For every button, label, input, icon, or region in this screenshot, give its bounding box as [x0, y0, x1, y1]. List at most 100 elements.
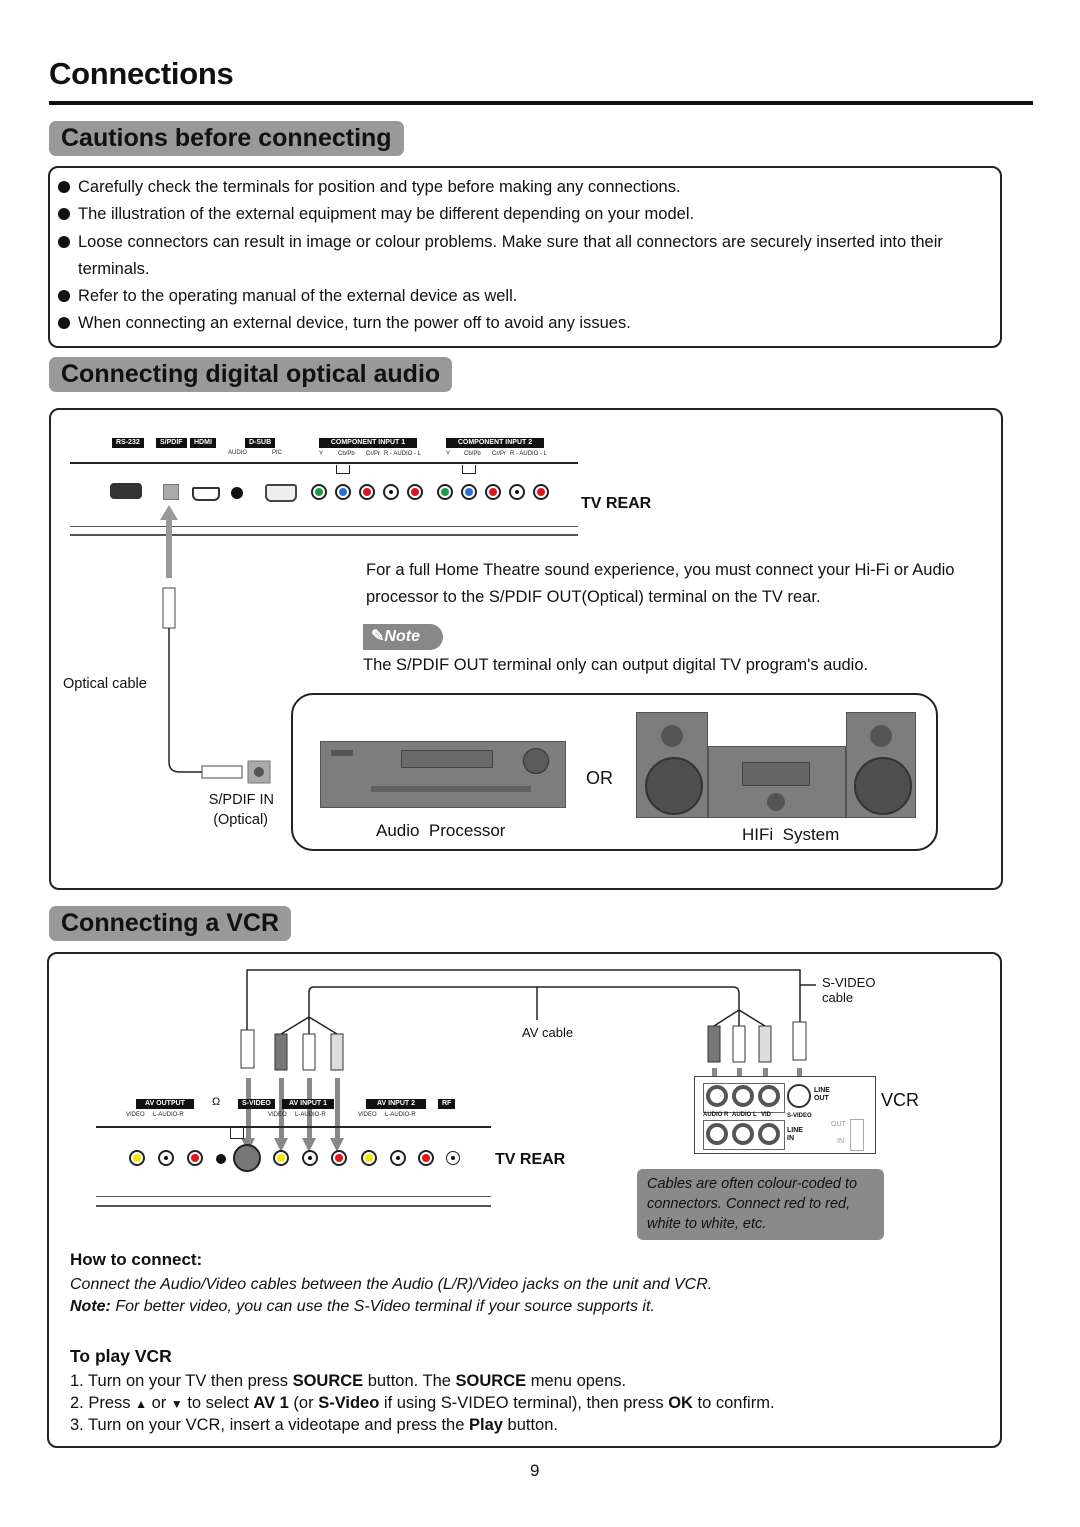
spdif-port-icon	[163, 484, 179, 500]
jack-red-icon	[359, 484, 375, 500]
step-keyword: AV 1	[253, 1394, 289, 1412]
step-number: 1.	[70, 1372, 89, 1390]
jack-green-icon	[311, 484, 327, 500]
svideo-plug-icon	[240, 1029, 255, 1069]
jack-white-icon	[302, 1150, 318, 1166]
vcr-jack-icon	[732, 1085, 754, 1107]
label-rs232: RS-232	[112, 438, 144, 448]
svideo-cable-line	[246, 969, 801, 1030]
note-text: For better video, you can use the S-Vide…	[110, 1298, 655, 1315]
play-vcr-heading: To play VCR	[70, 1346, 172, 1366]
step-text: button. The	[363, 1372, 456, 1390]
rf-jack-icon	[446, 1151, 460, 1165]
tv-rear-label-vcr: TV REAR	[495, 1151, 566, 1168]
rca-plug-yellow-icon	[330, 1033, 344, 1071]
jack-white-icon	[383, 484, 399, 500]
svideo-jack-icon	[233, 1144, 261, 1172]
arrow-up-icon	[160, 505, 178, 520]
label-comp2-audio: R - AUDIO - L	[510, 451, 548, 457]
step-text: (or	[288, 1394, 319, 1412]
svideo-cable-label-line1: S-VIDEO	[822, 975, 876, 990]
step-keyword: SOURCE	[455, 1372, 527, 1390]
color-coding-note: Cables are often colour-coded to connect…	[637, 1169, 884, 1240]
label-av-output: AV OUTPUT	[136, 1099, 194, 1109]
caution-item: Loose connectors can result in image or …	[57, 229, 997, 284]
hdmi-port-icon	[192, 487, 220, 501]
spdif-in-label: S/PDIF IN	[208, 792, 274, 808]
jack-red-icon	[331, 1150, 347, 1166]
av-cable-line	[308, 986, 740, 1020]
optical-plug-horizontal-icon	[201, 765, 243, 779]
label-av-output-sub: VIDEO L-AUDIO-R	[126, 1112, 184, 1118]
label-hdmi: HDMI	[190, 438, 216, 448]
vcr-jack-icon	[758, 1123, 780, 1145]
vcr-rf-in-label: IN	[837, 1138, 844, 1145]
label-comp1-cb: Cb/Pb	[338, 451, 355, 457]
step-text: to confirm.	[692, 1394, 775, 1412]
jack-red-icon	[533, 484, 549, 500]
step-text: Turn on your TV then press	[88, 1372, 293, 1390]
label-comp2-cb: Cb/Pb	[464, 451, 481, 457]
how-to-connect-heading: How to connect:	[70, 1250, 203, 1269]
play-step-2: 2. Press ▲ or ▼ to select AV 1 (or S-Vid…	[70, 1392, 775, 1415]
rca-plug-white-icon	[302, 1033, 316, 1071]
section-heading-cautions: Cautions before connecting	[49, 121, 404, 156]
label-comp2-y: Y	[446, 451, 451, 457]
paperclip-icon: ✎	[371, 628, 385, 645]
label-dsub-audio: AUDIO	[228, 450, 248, 456]
step-keyword: OK	[668, 1394, 693, 1412]
vcr-audio-l-label: AUDIO L	[732, 1112, 757, 1118]
jack-red-icon	[418, 1150, 434, 1166]
jack-yellow-icon	[129, 1150, 145, 1166]
step-keyword: S-Video	[318, 1394, 380, 1412]
play-step-1: 1. Turn on your TV then press SOURCE but…	[70, 1370, 626, 1392]
svideo-cable-label: S-VIDEO cable	[822, 975, 875, 1005]
label-component-1: COMPONENT INPUT 1	[319, 438, 417, 448]
headphone-jack-icon	[216, 1154, 226, 1164]
label-av-input-2-sub: VIDEO L-AUDIO-R	[358, 1112, 416, 1118]
step-text: or	[147, 1394, 171, 1412]
step-keyword: Play	[468, 1416, 503, 1434]
section-heading-vcr: Connecting a VCR	[49, 906, 292, 941]
jack-red-icon	[407, 484, 423, 500]
vcr-jack-icon	[732, 1123, 754, 1145]
vcr-line-out-label: LINE OUT	[814, 1087, 830, 1102]
vcr-jack-icon	[706, 1123, 728, 1145]
jack-yellow-icon	[361, 1150, 377, 1166]
how-to-connect-text: Connect the Audio/Video cables between t…	[70, 1276, 713, 1293]
optical-note-text: The S/PDIF OUT terminal only can output …	[363, 656, 869, 674]
step-text: Press	[88, 1394, 136, 1412]
speaker-right-image	[846, 712, 916, 818]
jack-green-icon	[437, 484, 453, 500]
jack-white-icon	[158, 1150, 174, 1166]
panel-notch	[336, 465, 350, 474]
audio-jack-icon	[231, 487, 243, 499]
step-text: if using S-VIDEO terminal), then press	[379, 1394, 669, 1412]
svideo-cable-label-line2: cable	[822, 990, 854, 1005]
down-arrow-icon: ▼	[170, 1397, 183, 1411]
jack-red-icon	[485, 484, 501, 500]
vcr-jack-icon	[706, 1085, 728, 1107]
cautions-list: Carefully check the terminals for positi…	[57, 174, 997, 338]
rca-plug-white-icon	[732, 1025, 746, 1063]
label-component-2: COMPONENT INPUT 2	[446, 438, 544, 448]
tv-rear-label-optical: TV REAR	[581, 495, 652, 512]
label-svideo: S-VIDEO	[238, 1099, 275, 1109]
vcr-label: VCR	[881, 1090, 920, 1110]
label-dsub: D-SUB	[245, 438, 276, 448]
caution-item: Refer to the operating manual of the ext…	[57, 283, 997, 310]
step-text: Turn on your VCR, insert a videotape and…	[88, 1416, 469, 1434]
caution-item: Carefully check the terminals for positi…	[57, 174, 997, 201]
optical-plug-icon	[162, 587, 176, 629]
spdif-in-sub: (Optical)	[213, 812, 268, 828]
rca-plug-yellow-icon	[758, 1025, 772, 1063]
note-badge: ✎Note	[363, 624, 443, 650]
vcr-rf-out-label: OUT	[831, 1121, 846, 1128]
step-number: 3.	[70, 1416, 89, 1434]
label-av-input-2: AV INPUT 2	[366, 1099, 426, 1109]
panel-edge	[70, 462, 578, 464]
speaker-left-image	[636, 712, 708, 818]
vcr-jack-icon	[758, 1085, 780, 1107]
page-number: 9	[530, 1461, 540, 1480]
av-cable-label: AV cable	[522, 1025, 574, 1040]
